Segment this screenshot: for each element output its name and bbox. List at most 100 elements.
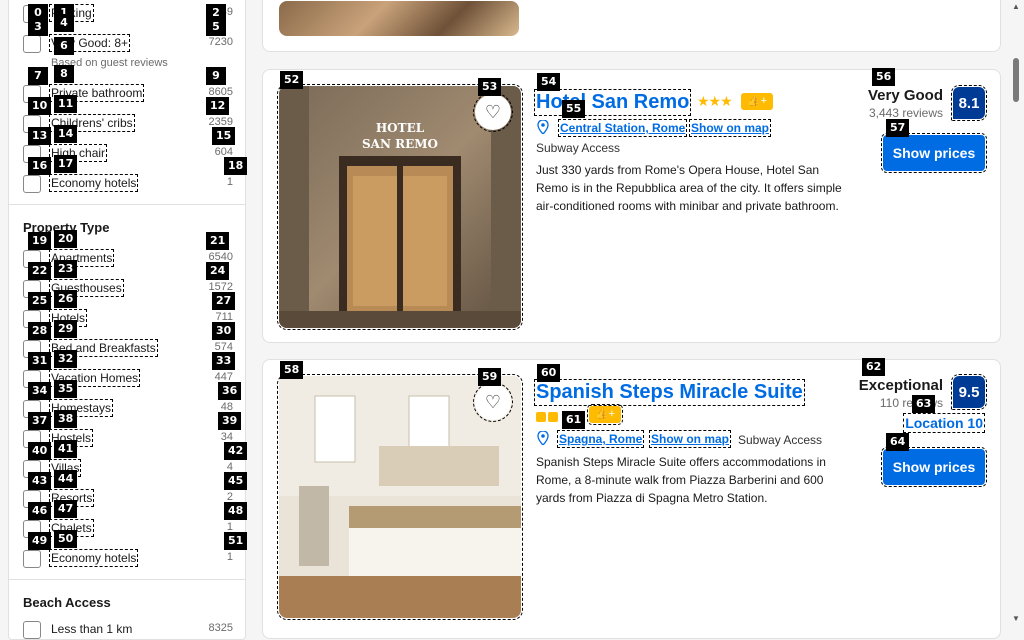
element-tag: 40 — [28, 442, 52, 460]
element-tag: 49 — [28, 532, 52, 550]
element-tag: 39 — [218, 412, 242, 430]
divider — [9, 579, 245, 580]
element-tag: 60 — [537, 364, 561, 382]
checkbox[interactable] — [23, 550, 41, 568]
element-tag: 26 — [54, 290, 78, 308]
checkbox[interactable] — [23, 621, 41, 639]
element-tag: 28 — [28, 322, 52, 340]
element-tag: 41 — [54, 440, 78, 458]
element-tag: 20 — [54, 230, 78, 248]
checkbox[interactable] — [23, 35, 41, 53]
review-score-badge: 9.5 — [951, 374, 987, 410]
transit-info: Subway Access — [738, 433, 823, 447]
save-heart-icon[interactable]: ♡ — [473, 92, 513, 132]
element-tag: 52 — [280, 71, 304, 89]
rating-word: Exceptional — [858, 377, 943, 394]
element-tag: 59 — [478, 368, 502, 386]
location-link[interactable]: Spagna, Rome — [556, 430, 645, 448]
element-tag: 42 — [224, 442, 248, 460]
rating-word: Very Good — [867, 87, 943, 104]
location-link[interactable]: Central Station, Rome — [557, 119, 688, 137]
element-tag: 50 — [54, 530, 78, 548]
element-tag: 57 — [886, 119, 910, 137]
element-tag: 36 — [218, 382, 242, 400]
hotel-card-previous — [262, 0, 1001, 52]
element-tag: 29 — [54, 320, 78, 338]
show-on-map-link[interactable]: Show on map — [649, 430, 731, 448]
element-tag: 14 — [54, 125, 78, 143]
element-tag: 31 — [28, 352, 52, 370]
show-prices-button[interactable]: Show prices — [881, 133, 987, 173]
scroll-up-arrow-icon[interactable]: ▲ — [1012, 2, 1020, 11]
element-tag: 8 — [54, 65, 74, 83]
element-tag: 34 — [28, 382, 52, 400]
element-tag: 7 — [28, 67, 48, 85]
element-tag: 47 — [54, 500, 78, 518]
review-count: 3,443 reviews — [868, 106, 943, 120]
hotel-card: ♡ Spanish Steps Miracle Suite 👍+ Spagna,… — [262, 359, 1001, 639]
hotel-name-link[interactable]: Hotel San Remo — [533, 89, 692, 116]
element-tag: 18 — [224, 157, 248, 175]
filter-count: 7230 — [208, 36, 233, 48]
element-tag: 55 — [562, 100, 586, 118]
element-tag: 46 — [28, 502, 52, 520]
element-tag: 56 — [872, 68, 896, 86]
show-prices-button[interactable]: Show prices — [881, 447, 987, 487]
divider — [9, 204, 245, 205]
element-tag: 27 — [212, 292, 236, 310]
element-tag: 22 — [28, 262, 52, 280]
hotel-description: Just 330 yards from Rome's Opera House, … — [536, 163, 842, 213]
thumbs-up-plus-icon: 👍+ — [741, 93, 773, 110]
save-heart-icon[interactable]: ♡ — [473, 382, 513, 422]
element-tag: 13 — [28, 127, 52, 145]
filter-economy-hotels[interactable]: Economy hotels 1 — [23, 173, 233, 195]
location-score: Location 10 — [903, 413, 985, 433]
scrollbar-thumb[interactable] — [1013, 58, 1019, 102]
element-tag: 43 — [28, 472, 52, 490]
thumbs-up-plus-icon: 👍+ — [587, 404, 623, 425]
filter-label: Economy hotels — [48, 549, 139, 567]
element-tag: 51 — [224, 532, 248, 550]
element-tag: 23 — [54, 260, 78, 278]
filter-less-than-1km[interactable]: Less than 1 km 8325 — [23, 619, 233, 639]
hotel-photo[interactable] — [279, 1, 519, 36]
element-tag: 25 — [28, 292, 52, 310]
element-tag: 24 — [206, 262, 230, 280]
element-tag: 4 — [54, 14, 74, 32]
element-tag: 6 — [54, 37, 74, 55]
filter-count: 1 — [226, 551, 233, 563]
element-tag: 5 — [206, 18, 226, 36]
element-tag: 32 — [54, 350, 78, 368]
review-score-badge: 8.1 — [951, 85, 987, 121]
element-tag: 54 — [537, 73, 561, 91]
element-tag: 30 — [212, 322, 236, 340]
element-tag: 53 — [478, 78, 502, 96]
element-tag: 35 — [54, 380, 78, 398]
element-tag: 48 — [224, 502, 248, 520]
hotel-card: HOTEL SAN REMO ♡ Hotel San Remo ★★★ 👍+ C… — [262, 69, 1001, 343]
checkbox[interactable] — [23, 175, 41, 193]
element-tag: 63 — [912, 395, 936, 413]
location-pin-icon — [537, 430, 549, 446]
element-tag: 64 — [886, 433, 910, 451]
element-tag: 37 — [28, 412, 52, 430]
element-tag: 17 — [54, 155, 78, 173]
page-scrollbar[interactable]: ▲ ▼ — [1010, 0, 1022, 629]
hotel-description: Spanish Steps Miracle Suite offers accom… — [536, 455, 826, 505]
apartment-rating-icon — [536, 409, 560, 422]
show-on-map-link[interactable]: Show on map — [689, 119, 771, 137]
transit-info: Subway Access — [536, 141, 621, 155]
element-tag: 21 — [206, 232, 230, 250]
filter-label: Economy hotels — [48, 174, 139, 192]
filter-count: 1 — [226, 176, 233, 188]
beach-access-title: Beach Access — [23, 595, 111, 610]
location-pin-icon — [537, 119, 549, 135]
element-tag: 12 — [206, 97, 230, 115]
filter-economy-hotels-type[interactable]: Economy hotels 1 — [23, 548, 233, 570]
element-tag: 61 — [562, 411, 586, 429]
element-tag: 58 — [280, 361, 304, 379]
element-tag: 19 — [28, 232, 52, 250]
hotel-name-link[interactable]: Spanish Steps Miracle Suite — [534, 379, 805, 406]
scroll-down-arrow-icon[interactable]: ▼ — [1012, 614, 1020, 623]
element-tag: 62 — [862, 358, 886, 376]
